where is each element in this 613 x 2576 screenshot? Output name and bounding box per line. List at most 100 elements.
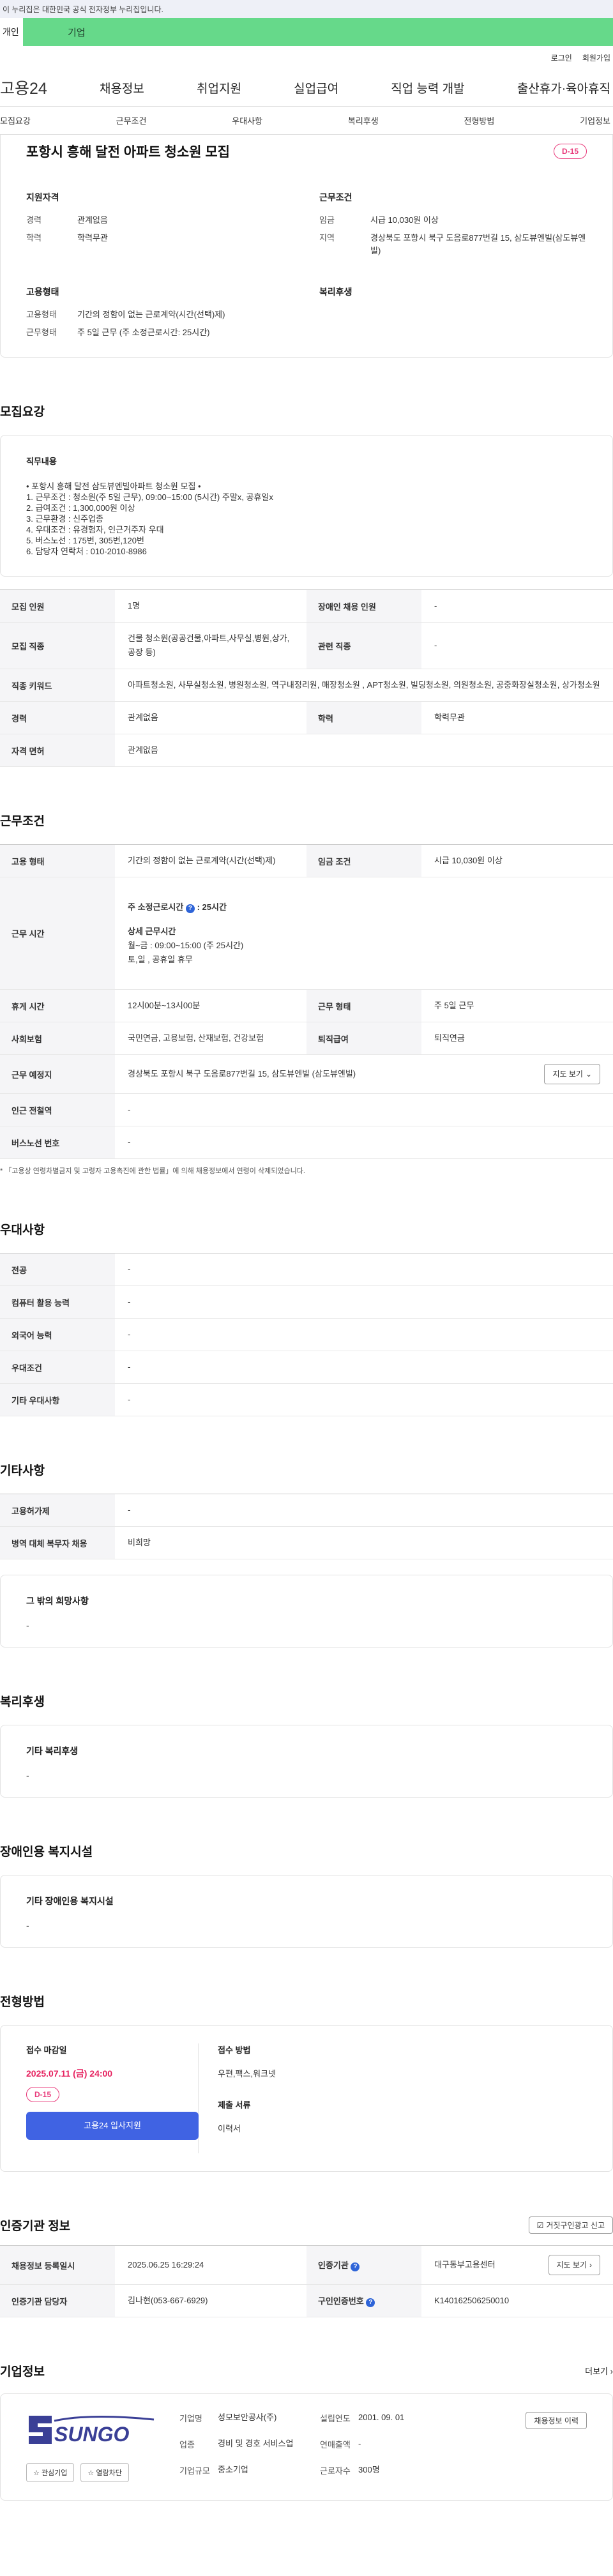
job-history-button[interactable]: 채용정보 이력 <box>526 2412 587 2429</box>
table-value: 12시00분~13시00분 <box>115 989 306 1022</box>
nav-employment-support[interactable]: 취업지원 <box>197 79 241 96</box>
table-value: - <box>115 1285 613 1319</box>
table-value: - <box>115 1318 613 1351</box>
tab-individual[interactable]: 개인 <box>0 18 23 46</box>
table-value: - <box>115 1126 613 1159</box>
table-row: 우대조건 - <box>0 1351 613 1384</box>
block-company-button[interactable]: ☆ 열람차단 <box>80 2463 129 2482</box>
welfare-heading: 복리후생 <box>319 287 352 297</box>
table-row: 자격 면허 관계없음 <box>0 734 613 767</box>
help-icon[interactable]: ? <box>366 2298 375 2307</box>
anchor-welfare[interactable]: 복리후생 <box>348 114 379 126</box>
anchor-work[interactable]: 근무조건 <box>116 114 147 126</box>
work-heading: 근무조건 <box>0 815 45 828</box>
table-row: 직종 키워드 아파트청소원, 사무실청소원, 병원청소원, 역구내정리원, 매장… <box>0 669 613 702</box>
main-navigation: 고용24 채용정보 취업지원 실업급여 직업 능력 개발 출산휴가·육아휴직 <box>0 69 613 106</box>
company-value: - <box>358 2439 361 2448</box>
company-actions: ☆ 관심기업 ☆ 열람차단 <box>26 2463 179 2482</box>
company-key: 연매출액 <box>320 2440 351 2450</box>
facility-title: 기타 장애인용 복지시설 <box>26 1896 114 1906</box>
table-row: 모집 인원 1명 장애인 채용 인원 - <box>0 589 613 623</box>
chevron-right-icon: › <box>589 2261 592 2269</box>
deadline-block: 접수 마감일 2025.07.11 (금) 24:00 D-15 고용24 입사… <box>26 2043 199 2153</box>
anchor-preference[interactable]: 우대사항 <box>232 114 262 126</box>
table-key: 전공 <box>0 1253 115 1286</box>
duty-line: 4. 우대조건 : 유경험자, 인근거주자 우대 <box>26 525 164 534</box>
hours-cell: 주 소정근로시간 ? : 25시간 상세 근무시간 월~금 : 09:00~15… <box>115 877 613 990</box>
company-heading: 기업정보 <box>0 2365 45 2379</box>
table-key: 임금 조건 <box>306 844 421 877</box>
table-key: 직종 키워드 <box>0 669 115 702</box>
duty-lines: • 포항시 흥해 달전 삼도뷰엔빌아파트 청소원 모집 • 1. 근무조건 : … <box>26 481 587 557</box>
preference-table: 전공 - 컴퓨터 활용 능력 - 외국어 능력 - 우대조건 - 기타 우대사항 - <box>0 1253 613 1416</box>
welfare-block: 복리후생 <box>319 285 587 344</box>
table-value: - <box>115 1494 613 1527</box>
more-link[interactable]: 더보기 › <box>585 2365 613 2377</box>
company-logo-block: SUNGO ☆ 관심기업 ☆ 열람차단 <box>26 2412 179 2482</box>
facility-value: - <box>26 1920 29 1930</box>
table-row: 근무 예정지 경상북도 포항시 북구 도음로877번길 15, 삼도뷰엔빌 (삼… <box>0 1054 613 1094</box>
report-button[interactable]: ☑ 거짓구인광고 신고 <box>528 2216 613 2234</box>
more-link-label: 더보기 <box>585 2367 609 2376</box>
agency-table: 채용정보 등록일시 2025.06.25 16:29:24 인증기관 ? 대구동… <box>0 2245 613 2317</box>
gov-banner: 이 누리집은 대한민국 공식 전자정부 누리집입니다. <box>0 0 613 18</box>
table-value: - <box>115 1383 613 1416</box>
summary-value: 경상북도 포항시 북구 도음로877번길 15, 삼도뷰엔빌(삼도뷰엔빌) <box>370 233 586 255</box>
anchor-company[interactable]: 기업정보 <box>580 114 610 126</box>
agency-org-value: 대구동부고용센터 <box>434 2260 496 2269</box>
anchor-recruit[interactable]: 모집요강 <box>0 114 31 126</box>
table-row: 사회보험 국민연금, 고용보험, 산재보험, 건강보험 퇴직급여 퇴직연금 <box>0 1022 613 1055</box>
help-icon[interactable]: ? <box>185 904 195 913</box>
table-key: 휴게 시간 <box>0 989 115 1022</box>
table-row: 고용허가제 - <box>0 1494 613 1527</box>
help-icon[interactable]: ? <box>351 2262 360 2271</box>
nav-job-training[interactable]: 직업 능력 개발 <box>391 79 464 96</box>
company-value: 중소기업 <box>218 2465 248 2474</box>
anchor-process[interactable]: 전형방법 <box>464 114 495 126</box>
table-key: 관련 직종 <box>306 622 421 669</box>
agency-map-button[interactable]: 지도 보기 › <box>548 2255 600 2275</box>
table-key: 고용허가제 <box>0 1494 115 1527</box>
nav-jobs[interactable]: 채용정보 <box>100 79 144 96</box>
table-row: 기타 우대사항 - <box>0 1383 613 1416</box>
company-key: 기업규모 <box>179 2466 210 2476</box>
welfare-card: 기타 복리후생 - <box>0 1725 613 1798</box>
table-key: 우대조건 <box>0 1351 115 1384</box>
summary-key: 근무형태 <box>26 328 57 337</box>
table-value: - <box>421 589 613 623</box>
table-key: 인증기관 담당자 <box>0 2284 115 2317</box>
nav-unemployment-benefit[interactable]: 실업급여 <box>294 79 338 96</box>
table-value: - <box>421 622 613 669</box>
signup-link[interactable]: 회원가입 <box>582 52 610 63</box>
nav-parental-leave[interactable]: 출산휴가·육아휴직 <box>517 79 610 96</box>
favorite-company-button[interactable]: ☆ 관심기업 <box>26 2463 75 2482</box>
welfare-value: - <box>26 1770 29 1780</box>
table-row: 고용 형태 기간의 정함이 없는 근로계약(시간(선택)제) 임금 조건 시급 … <box>0 844 613 877</box>
table-key: 근무 시간 <box>0 877 115 990</box>
table-value: - <box>115 1093 613 1126</box>
company-key: 설립연도 <box>320 2414 351 2423</box>
apply-button[interactable]: 고용24 입사지원 <box>26 2112 199 2140</box>
table-key: 사회보험 <box>0 1022 115 1055</box>
report-icon: ☑ <box>536 2220 544 2230</box>
summary-key: 경력 <box>26 215 42 225</box>
table-value: 시급 10,030원 이상 <box>421 844 613 877</box>
table-row: 모집 직종 건물 청소원(공공건물,아파트,사무실,병원,상가,공장 등) 관련… <box>0 622 613 669</box>
agency-map-label: 지도 보기 <box>556 2261 587 2269</box>
table-value: 기간의 정함이 없는 근로계약(시간(선택)제) <box>115 844 306 877</box>
duty-line: • 포항시 흥해 달전 삼도뷰엔빌아파트 청소원 모집 • <box>26 481 201 491</box>
site-logo[interactable]: 고용24 <box>0 76 47 99</box>
method-label: 접수 방법 <box>218 2045 251 2055</box>
login-link[interactable]: 로그인 <box>551 52 572 63</box>
summary-value: 기간의 정함이 없는 근로계약(시간(선택)제) <box>77 310 225 319</box>
table-key: 고용 형태 <box>0 844 115 877</box>
company-logo: SUNGO <box>26 2412 160 2448</box>
table-key: 근무 형태 <box>306 989 421 1022</box>
map-button[interactable]: 지도 보기 ⌄ <box>544 1064 600 1084</box>
table-value: 2025.06.25 16:29:24 <box>115 2245 306 2285</box>
tab-business[interactable]: 기업 <box>23 18 613 46</box>
conditions-heading: 근무조건 <box>319 192 352 202</box>
agency-heading: 인증기관 정보 <box>0 2220 71 2233</box>
agency-id-key: 구인인증번호 ? <box>306 2284 421 2317</box>
table-row: 컴퓨터 활용 능력 - <box>0 1285 613 1319</box>
